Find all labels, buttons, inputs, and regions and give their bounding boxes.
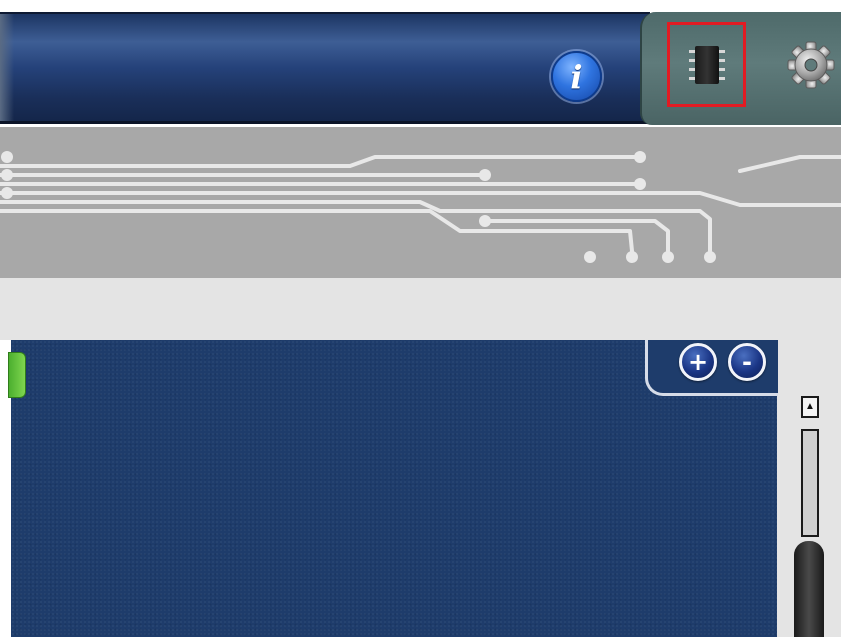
info-button[interactable]: i bbox=[551, 51, 602, 102]
circuit-banner bbox=[0, 127, 841, 278]
gear-icon bbox=[787, 41, 835, 89]
chip-button[interactable] bbox=[667, 22, 746, 107]
scrollbar-track[interactable] bbox=[801, 429, 819, 537]
arrow-up-icon: ▲ bbox=[805, 401, 815, 412]
app-window: i + - ▲ bbox=[0, 0, 841, 637]
ic-chip-icon bbox=[688, 45, 725, 84]
plus-icon: + bbox=[687, 348, 709, 376]
circuit-traces bbox=[0, 151, 841, 263]
zoom-out-button[interactable]: - bbox=[728, 343, 766, 381]
minus-icon: - bbox=[742, 348, 752, 376]
zoom-in-button[interactable]: + bbox=[679, 343, 717, 381]
header-left-edge bbox=[0, 14, 14, 121]
toolbar-strip bbox=[0, 278, 841, 340]
info-icon: i bbox=[570, 57, 583, 96]
canvas-tab-handle[interactable] bbox=[8, 352, 26, 398]
scrollbar-thumb[interactable] bbox=[794, 541, 824, 637]
scroll-up-button[interactable]: ▲ bbox=[801, 396, 819, 418]
settings-button[interactable] bbox=[786, 40, 836, 90]
